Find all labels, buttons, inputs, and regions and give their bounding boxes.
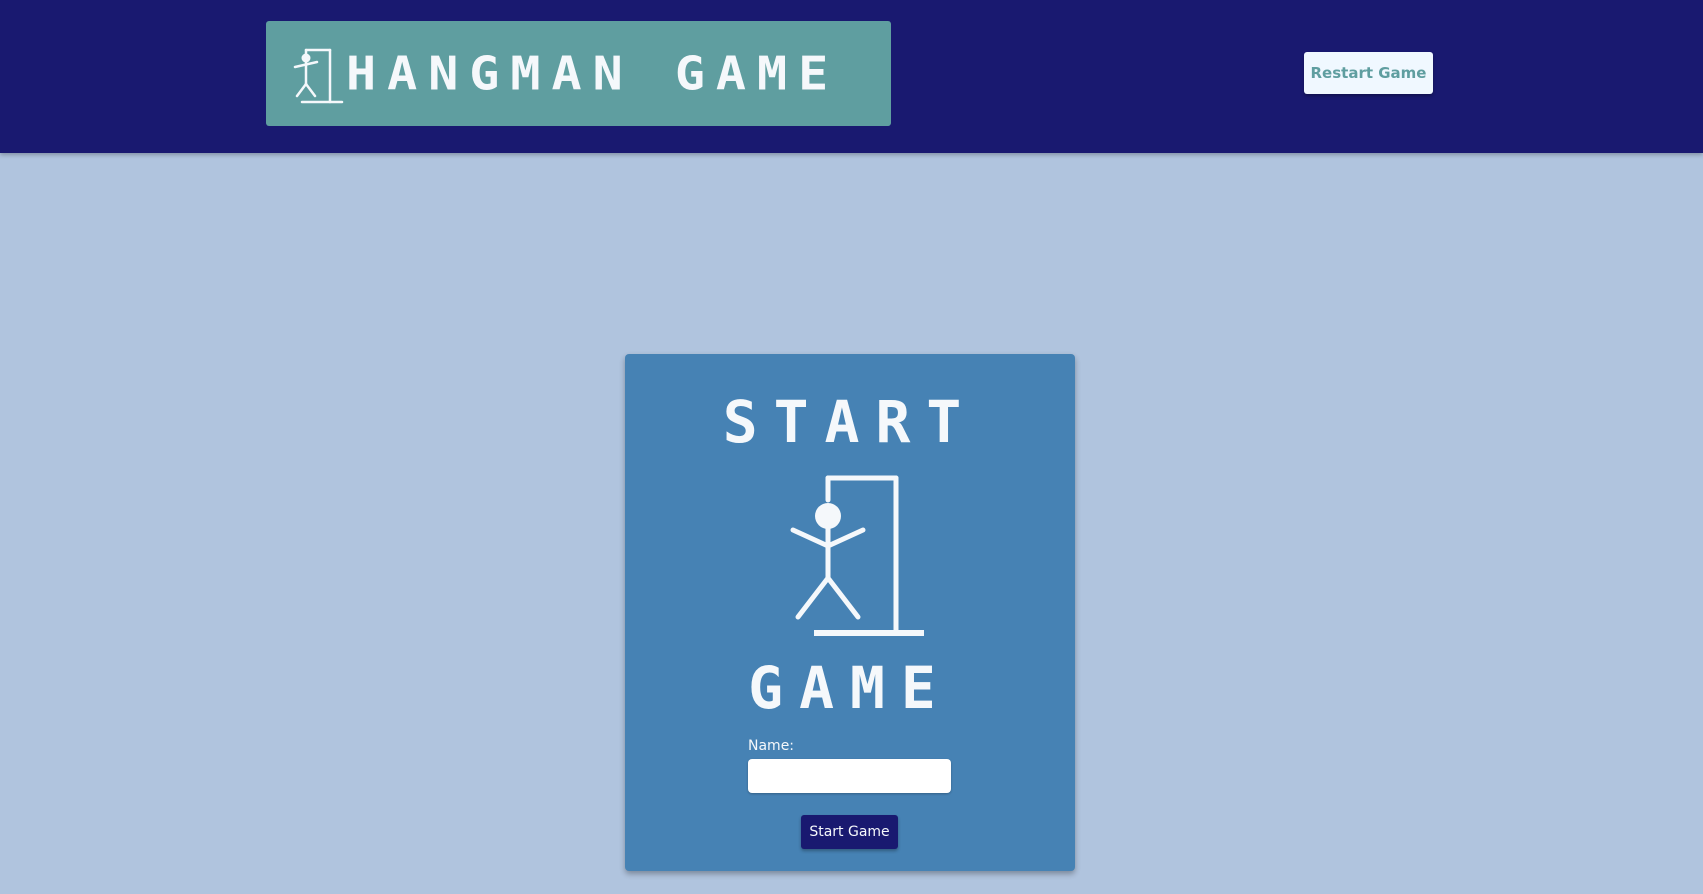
name-label: Name: xyxy=(748,738,795,754)
logo-text: HANGMAN GAME xyxy=(346,46,840,101)
start-title: START xyxy=(722,388,978,456)
logo[interactable]: HANGMAN GAME xyxy=(266,21,891,126)
hangman-icon xyxy=(790,475,924,636)
name-input[interactable] xyxy=(748,759,951,793)
top-navbar: HANGMAN GAME Restart Game xyxy=(0,0,1703,153)
game-title: GAME xyxy=(748,654,952,722)
hangman-icon xyxy=(293,48,344,103)
start-game-button[interactable]: Start Game xyxy=(801,815,898,849)
restart-game-button[interactable]: Restart Game xyxy=(1304,52,1433,94)
